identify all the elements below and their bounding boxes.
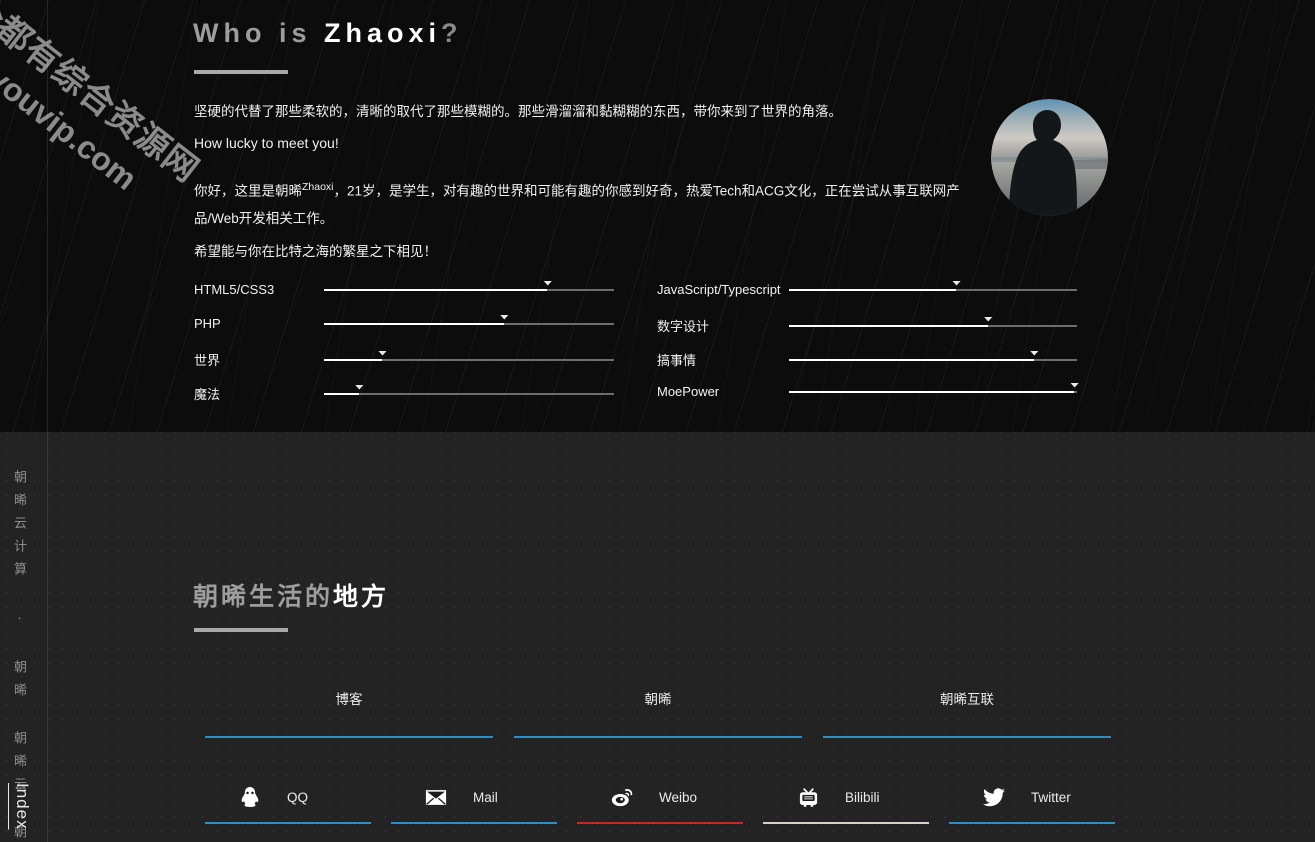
skill-row: JavaScript/Typescript: [657, 280, 1077, 297]
link-card-label: 朝晞互联: [940, 692, 994, 707]
link-card-underline: [205, 736, 493, 738]
skill-marker: [378, 350, 387, 356]
link-card[interactable]: 朝晞互联: [823, 688, 1111, 738]
bilibili-tv-icon: [793, 784, 823, 810]
skill-fill: [324, 288, 548, 291]
skill-fill: [789, 358, 1034, 361]
envelope-icon: [421, 784, 451, 810]
social-link-label: Weibo: [659, 789, 698, 805]
skill-label: 搞事情: [657, 353, 697, 368]
social-link-label: QQ: [287, 789, 309, 805]
skill-label: 魔法: [194, 387, 221, 402]
social-link[interactable]: Bilibili: [763, 770, 929, 824]
skill-fill: [789, 288, 957, 291]
weibo-eye-icon: [607, 784, 637, 810]
skill-label: HTML5/CSS3: [194, 282, 275, 297]
social-link-label: Bilibili: [845, 789, 880, 805]
social-link[interactable]: Mail: [391, 770, 557, 824]
skill-fill: [324, 322, 504, 325]
skill-fill: [324, 358, 382, 361]
page-root: 全都有综合资源网 douyouvip.com 朝晞云计算 · 朝晞 朝晞云 朝晞…: [0, 0, 1315, 842]
page-title-highlight: Zhaoxi: [324, 18, 442, 48]
avatar: [991, 99, 1108, 216]
skill-marker: [354, 384, 364, 390]
section-two-title-plain: 朝晞生活的: [193, 583, 334, 611]
social-link-underline: [577, 822, 743, 824]
social-link-label: Twitter: [1031, 789, 1071, 805]
social-link[interactable]: QQ: [205, 770, 371, 824]
avatar-image: [991, 99, 1108, 216]
skill-row: 数字设计: [657, 316, 1077, 335]
link-card-label: 博客: [335, 692, 363, 707]
skill-row: PHP: [194, 314, 614, 331]
skill-track: [324, 384, 614, 395]
link-cards: 博客 朝晞 朝晞互联: [205, 688, 1115, 744]
section-two-underline: [194, 628, 288, 632]
link-card[interactable]: 博客: [205, 688, 493, 738]
left-sidebar: 朝晞云计算 · 朝晞 朝晞云 朝晞 · Index: [0, 0, 48, 842]
section-two-title-highlight: 地方: [333, 583, 390, 611]
intro-line-1: 坚硬的代替了那些柔软的，清晰的取代了那些模糊的。那些滑溜溜和黏糊糊的东西，带你来…: [194, 104, 842, 119]
skill-marker: [1070, 382, 1080, 388]
skill-fill: [324, 392, 359, 395]
intro-line-2: How lucky to meet you!: [194, 134, 339, 151]
skill-track: [789, 280, 1077, 291]
social-link-underline: [391, 822, 557, 824]
intro-line-3-superscript: Zhaoxi: [302, 180, 334, 193]
qq-penguin-icon: [235, 784, 265, 810]
skill-track: [324, 314, 614, 325]
skill-row: MoePower: [657, 382, 1080, 399]
intro-line-4: 希望能与你在比特之海的繁星之下相见！: [194, 244, 437, 260]
skill-track: [789, 382, 1080, 393]
link-card[interactable]: 朝晞: [514, 688, 802, 738]
skill-row: 魔法: [194, 384, 614, 403]
page-title-underline: [194, 70, 288, 74]
skill-track: [324, 350, 614, 361]
skill-track: [324, 280, 614, 291]
skill-label: 世界: [194, 353, 221, 368]
social-link[interactable]: Weibo: [577, 770, 743, 824]
skill-track: [789, 316, 1077, 327]
skill-label: MoePower: [657, 384, 720, 399]
page-title-plain: Who is: [193, 18, 324, 48]
skill-marker: [952, 280, 962, 286]
twitter-bird-icon: [979, 784, 1009, 810]
skill-row: 世界: [194, 350, 614, 369]
sidebar-index-link[interactable]: Index: [12, 783, 32, 830]
social-link-underline: [949, 822, 1115, 824]
intro-line-3-a: 你好，这里是朝晞: [194, 183, 302, 199]
skill-marker: [983, 316, 993, 322]
skill-label: 数字设计: [657, 319, 710, 334]
sidebar-divider: [47, 0, 48, 842]
skill-fill: [789, 324, 988, 327]
page-title: Who is Zhaoxi?: [193, 18, 463, 49]
skill-marker: [543, 280, 553, 286]
main-content: Who is Zhaoxi? 坚硬的代替了那些柔软的，清晰的取代了那些模糊的。那…: [0, 0, 1315, 842]
link-card-label: 朝晞: [644, 692, 672, 707]
social-link[interactable]: Twitter: [949, 770, 1115, 824]
skill-label: JavaScript/Typescript: [657, 282, 781, 297]
skill-track: [789, 350, 1077, 361]
skill-marker: [1029, 350, 1039, 356]
link-card-underline: [514, 736, 802, 738]
skill-fill: [789, 390, 1075, 393]
intro-line-3: 你好，这里是朝晞Zhaoxi，21岁，是学生，对有趣的世界和可能有趣的你感到好奇…: [194, 177, 984, 233]
link-card-underline: [823, 736, 1111, 738]
social-link-label: Mail: [473, 789, 498, 805]
skill-row: 搞事情: [657, 350, 1077, 369]
intro-block: 坚硬的代替了那些柔软的，清晰的取代了那些模糊的。那些滑溜溜和黏糊糊的东西，带你来…: [194, 102, 984, 273]
page-title-suffix: ?: [441, 18, 463, 48]
social-link-underline: [763, 822, 929, 824]
skill-label: PHP: [194, 316, 221, 331]
skill-row: HTML5/CSS3: [194, 280, 614, 297]
skill-marker: [499, 314, 509, 320]
social-link-underline: [205, 822, 371, 824]
section-two-title: 朝晞生活的地方: [193, 577, 389, 613]
social-links: QQ Mail Weibo Bilibili Twitter: [205, 770, 1115, 830]
